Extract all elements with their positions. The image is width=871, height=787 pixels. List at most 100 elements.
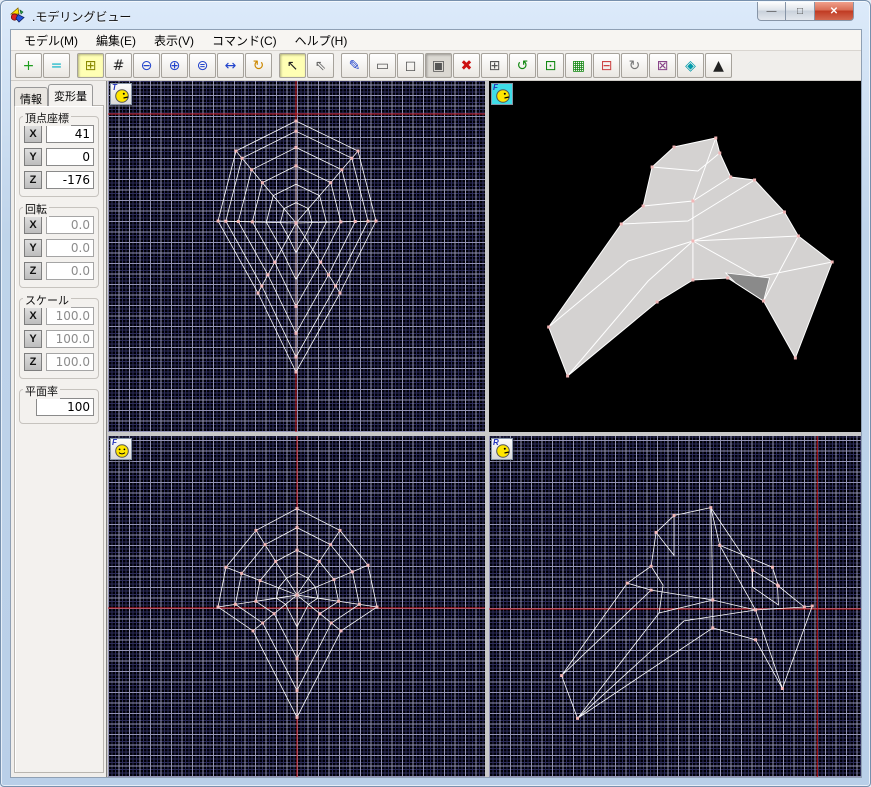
shaded-preview-button[interactable]: ◈ (677, 53, 704, 78)
close-button[interactable]: ✕ (814, 2, 854, 21)
shaded-preview-icon: ◈ (685, 57, 696, 74)
zoom-in-button[interactable]: ⊕ (161, 53, 188, 78)
menubar: モデル(M) 編集(E) 表示(V) コマンド(C) ヘルプ(H) (11, 30, 861, 51)
window-title: .モデリングビュー (32, 10, 132, 24)
vertex-coord-title: 頂点座標 (23, 110, 71, 126)
snap-grid-button[interactable]: ⊞ (481, 53, 508, 78)
grid-toggle-icon: # (112, 57, 125, 74)
top-left-canvas[interactable] (108, 81, 485, 432)
scale-x-axis-button[interactable]: X (24, 307, 42, 325)
rotate-selection-button[interactable]: ↻ (621, 53, 648, 78)
zoom-out-icon: ⊖ (140, 57, 153, 74)
object-list-icon: = (50, 57, 63, 74)
app-window: .モデリングビュー — □ ✕ モデル(M) 編集(E) 表示(V) コマンド(C) ヘ… (0, 0, 871, 787)
zoom-out-button[interactable]: ⊖ (133, 53, 160, 78)
edit-pen-button[interactable]: ✎ (341, 53, 368, 78)
rect-move-button[interactable]: ◻ (397, 53, 424, 78)
viewport-bottom-right[interactable]: R (489, 436, 861, 777)
move-object-button[interactable]: ⊡ (537, 53, 564, 78)
add-object-button[interactable]: + (15, 53, 42, 78)
vertex-x-input[interactable] (46, 125, 94, 143)
select-vertex-button[interactable]: ↖ (279, 53, 306, 78)
zoom-reset-button[interactable]: ⊜ (189, 53, 216, 78)
bottom-right-view-button[interactable]: R (491, 438, 513, 460)
rotate-view-button[interactable]: ↻ (245, 53, 272, 78)
menu-item-3[interactable]: コマンド(C) (203, 30, 286, 51)
sidebar-tabs: 情報 変形量 (14, 84, 104, 106)
top-right-view-button[interactable]: F (491, 83, 513, 105)
vertex-z-input[interactable] (46, 171, 94, 189)
content: 情報 変形量 頂点座標 X Y (11, 81, 861, 777)
handle-box-button[interactable]: ⊟ (593, 53, 620, 78)
menu-item-1[interactable]: 編集(E) (87, 30, 145, 51)
titlebar[interactable]: .モデリングビュー — □ ✕ (1, 1, 870, 29)
select-vertex-icon: ↖ (286, 57, 299, 74)
frame-box-icon: ▦ (571, 57, 586, 74)
snap-grid-icon: ⊞ (488, 57, 501, 74)
hide-vertex-button[interactable]: ✖ (453, 53, 480, 78)
bottom-left-view-button[interactable]: F (110, 438, 132, 460)
rotation-z-axis-button[interactable]: Z (24, 262, 42, 280)
handle-box-icon: ⊟ (600, 57, 613, 74)
vertex-z-row: Z (24, 171, 94, 189)
scale-z-axis-button[interactable]: Z (24, 353, 42, 371)
minimize-button[interactable]: — (757, 2, 786, 21)
scale-title: スケール (23, 292, 71, 308)
vertex-y-input[interactable] (46, 148, 94, 166)
quad-view-icon: ⊞ (84, 57, 97, 74)
rotate-object-button[interactable]: ↺ (509, 53, 536, 78)
toolbar: + = ⊞ # ⊖ ⊕ ⊜ ↔ ↻ ↖ ⇖ ✎ ▭ ◻ ▣ ✖ ⊞ ↺ ⊡ ▦ ⊟ ↻ ⊠ ◈ ▲ (11, 51, 861, 81)
scroll-view-button[interactable]: ↔ (217, 53, 244, 78)
rotation-z-row: Z (24, 262, 94, 280)
smiley-icon (496, 89, 510, 103)
rect-select-icon: ▭ (375, 57, 390, 74)
vertex-z-axis-button[interactable]: Z (24, 171, 42, 189)
vertex-x-axis-button[interactable]: X (24, 125, 42, 143)
plane-ratio-row (24, 398, 94, 416)
rotation-x-axis-button[interactable]: X (24, 216, 42, 234)
tab-info[interactable]: 情報 (14, 87, 48, 106)
menu-item-4[interactable]: ヘルプ(H) (286, 30, 357, 51)
scale-x-input[interactable] (46, 307, 94, 325)
hide-vertex-icon: ✖ (460, 57, 473, 74)
rotation-y-axis-button[interactable]: Y (24, 239, 42, 257)
move-vertex-icon: ⇖ (314, 57, 327, 74)
plane-ratio-group: 平面率 (19, 383, 99, 424)
smiley-icon (115, 89, 129, 103)
scale-group: スケール X Y Z (19, 292, 99, 379)
scale-z-input[interactable] (46, 353, 94, 371)
bottom-left-canvas[interactable] (108, 436, 485, 777)
rotation-x-input[interactable] (46, 216, 94, 234)
scale-y-input[interactable] (46, 330, 94, 348)
quad-view-button[interactable]: ⊞ (77, 53, 104, 78)
viewport-top-left[interactable]: T (108, 81, 485, 432)
object-list-button[interactable]: = (43, 53, 70, 78)
viewport-bottom-left[interactable]: F (108, 436, 485, 777)
scale-y-axis-button[interactable]: Y (24, 330, 42, 348)
menu-item-2[interactable]: 表示(V) (145, 30, 203, 51)
menu-item-0[interactable]: モデル(M) (15, 30, 87, 51)
delete-box-icon: ⊠ (656, 57, 669, 74)
plane-ratio-input[interactable] (36, 398, 94, 416)
scale-x-row: X (24, 307, 94, 325)
bottom-right-canvas[interactable] (489, 436, 861, 777)
vertex-y-axis-button[interactable]: Y (24, 148, 42, 166)
rect-select-button[interactable]: ▭ (369, 53, 396, 78)
viewport-top-right[interactable]: F (489, 81, 861, 432)
frame-box-button[interactable]: ▦ (565, 53, 592, 78)
rotate-view-icon: ↻ (252, 57, 265, 74)
top-right-canvas[interactable] (489, 81, 861, 432)
plane-ratio-title: 平面率 (23, 383, 60, 399)
extrude-up-button[interactable]: ▲ (705, 53, 732, 78)
grid-toggle-button[interactable]: # (105, 53, 132, 78)
delete-box-button[interactable]: ⊠ (649, 53, 676, 78)
top-left-view-button[interactable]: T (110, 83, 132, 105)
extrude-up-icon: ▲ (713, 57, 724, 74)
rotation-y-input[interactable] (46, 239, 94, 257)
move-vertex-button[interactable]: ⇖ (307, 53, 334, 78)
tab-deformation[interactable]: 変形量 (48, 84, 93, 106)
maximize-button[interactable]: □ (786, 2, 814, 21)
zoom-in-icon: ⊕ (168, 57, 181, 74)
multi-select-button[interactable]: ▣ (425, 53, 452, 78)
rotation-z-input[interactable] (46, 262, 94, 280)
